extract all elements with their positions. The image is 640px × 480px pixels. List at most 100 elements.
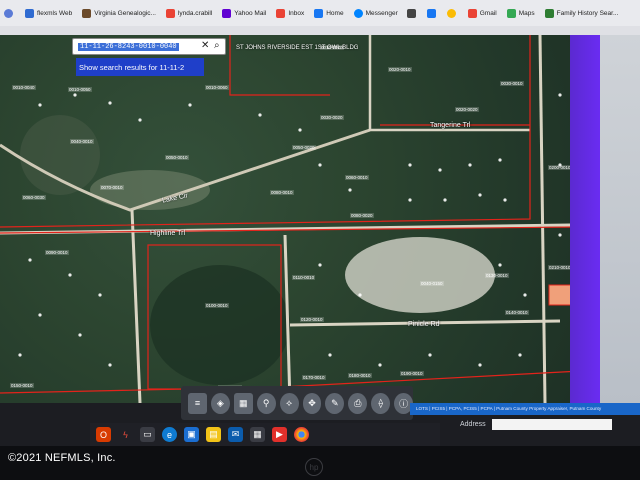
address-input[interactable] [491, 418, 612, 430]
bookmark-lynda[interactable]: lynda.crabill [161, 0, 217, 26]
chrome-icon[interactable] [294, 427, 309, 442]
bookmark-label: Yahoo Mail [234, 9, 267, 17]
search-suggestion[interactable]: Show search results for 11-11-2 [76, 58, 204, 76]
parcel-label[interactable]: 0100-0010 [205, 303, 229, 308]
address-label: Address [460, 420, 486, 428]
parcel-label[interactable]: 0010-0040 [12, 85, 36, 90]
bookmark-messenger[interactable]: Messenger [349, 0, 403, 26]
parcel-label[interactable]: 0010-0050 [68, 87, 92, 92]
parcel-label[interactable]: 0020-0020 [455, 107, 479, 112]
messenger-icon [353, 8, 363, 18]
parcel-label[interactable]: 0080-0020 [350, 213, 374, 218]
search-input[interactable]: 11-11-26-8243-0010-0040 [78, 42, 179, 51]
bookmark-label: Gmail [479, 9, 497, 17]
parcel-label[interactable]: 0070-0010 [100, 185, 124, 190]
draw-icon[interactable]: ✎ [325, 392, 345, 414]
parcel-label[interactable]: 0040-0150 [420, 281, 444, 286]
parcel-label[interactable]: 0040-0010 [70, 139, 94, 144]
gmail-icon [165, 8, 175, 18]
bookmark-home[interactable]: Home [309, 0, 348, 26]
bookmark-label: Family History Sear... [556, 9, 619, 17]
taskbar-address[interactable]: Address [460, 416, 640, 432]
bookmark-extra-1[interactable] [403, 0, 423, 26]
facebook-icon [314, 8, 324, 18]
parcel-label[interactable]: 0090-0010 [45, 250, 69, 255]
mail-icon[interactable]: ✉ [228, 427, 243, 442]
grid-icon[interactable]: ▦ [233, 392, 253, 414]
pin-icon[interactable]: ⚲ [256, 392, 276, 414]
parcel-label[interactable]: 0030-0010 [500, 81, 524, 86]
parcel-label[interactable]: 0050-0010 [165, 155, 189, 160]
layers-icon[interactable]: ◈ [210, 392, 230, 414]
bookmark-extra-2[interactable] [423, 0, 443, 26]
task-view-icon[interactable]: ▭ [140, 427, 155, 442]
parcel-label[interactable]: 0110-0010 [292, 275, 316, 280]
print-icon[interactable]: ⎙ [348, 392, 368, 414]
parcel-label[interactable]: 0060-0030 [22, 195, 46, 200]
bookmark-family-history[interactable]: Family History Sear... [540, 0, 624, 26]
parcel-label[interactable]: 0130-0010 [485, 273, 509, 278]
inbox-icon [276, 8, 286, 18]
parcel-search-box[interactable]: 11-11-26-8243-0010-0040 ✕ ⌕ [72, 38, 226, 55]
cleared-area [20, 115, 100, 195]
globe-icon [4, 8, 13, 18]
maps-icon [506, 8, 516, 18]
cortana-icon[interactable]: ϟ [118, 427, 133, 442]
bookmark-icon [406, 8, 416, 18]
share-icon[interactable]: ⟠ [371, 392, 391, 414]
measure-icon[interactable]: ⟡ [279, 392, 299, 414]
office-icon[interactable]: O [96, 427, 111, 442]
select-icon[interactable]: ✥ [302, 392, 322, 414]
bookmark-globe[interactable] [0, 0, 20, 26]
file-explorer-icon[interactable]: ▤ [206, 427, 221, 442]
bookmark-flexmls[interactable]: flexmls Web [20, 0, 77, 26]
bookmark-yahoo[interactable]: Yahoo Mail [217, 0, 271, 26]
bookmark-maps[interactable]: Maps [502, 0, 540, 26]
hp-logo: hp [305, 458, 323, 476]
parcel-label[interactable]: 0050-0020 [292, 145, 316, 150]
bookmark-inbox[interactable]: Inbox [271, 0, 309, 26]
cleared-area [345, 237, 495, 313]
street-pinicle: Pinicle Rd [408, 321, 440, 328]
parcel-label[interactable]: 0030-0020 [320, 115, 344, 120]
bookmark-extra-3[interactable] [443, 0, 463, 26]
parcel-label[interactable]: 0150-0010 [10, 383, 34, 388]
parcel-label[interactable]: 0060-0010 [345, 175, 369, 180]
parcel-label[interactable]: 0010-0060 [205, 85, 229, 90]
bookmark-gmail[interactable]: Gmail [463, 0, 502, 26]
url-strip [0, 26, 640, 35]
edge-icon[interactable]: e [162, 427, 177, 442]
copyright-watermark: ©2021 NEFMLS, Inc. [8, 452, 116, 464]
map-right-strip [570, 35, 600, 403]
bookmark-icon [426, 8, 436, 18]
parcel-label[interactable]: 0180-0010 [348, 373, 372, 378]
parcel-label[interactable]: 0170-0010 [302, 375, 326, 380]
google-icon [446, 8, 456, 18]
parcel-label[interactable]: 0210-0010 [548, 265, 572, 270]
map-toolbar: ≡ ◈ ▦ ⚲ ⟡ ✥ ✎ ⎙ ⟠ ⓘ [181, 386, 414, 420]
parcel-label[interactable]: 0200-0010 [548, 165, 572, 170]
parcel-label[interactable]: 0080-0010 [270, 190, 294, 195]
gmail-icon [467, 8, 477, 18]
menu-icon[interactable]: ≡ [188, 392, 207, 414]
parcel-label[interactable]: 0190-0010 [400, 371, 424, 376]
app-icon[interactable]: ▶ [272, 427, 287, 442]
family-history-icon [544, 8, 554, 18]
bookmark-label: Inbox [288, 9, 305, 17]
search-icon[interactable]: ⌕ [214, 40, 220, 51]
parcel-map[interactable]: ST JOHNS RIVERSIDE EST 1ST OWL BLDG Tang… [0, 35, 600, 403]
close-icon[interactable]: ✕ [201, 40, 209, 51]
calendar-icon[interactable]: ▦ [250, 427, 265, 442]
yahoo-icon [222, 8, 232, 18]
parcel-label[interactable]: 0010-0070 [320, 45, 344, 50]
bookmark-virginia[interactable]: Virginia Genealogic... [77, 0, 161, 26]
bookmarks-bar: flexmls Web Virginia Genealogic... lynda… [0, 0, 640, 27]
road-vertical-east [538, 35, 547, 403]
bookmark-label: Home [326, 9, 344, 17]
flexmls-icon [25, 8, 34, 18]
parcel-label[interactable]: 0140-0010 [505, 310, 529, 315]
parcel-label[interactable]: 0020-0010 [388, 67, 412, 72]
photos-icon[interactable]: ▣ [184, 427, 199, 442]
bookmark-label: lynda.crabill [177, 9, 213, 17]
parcel-label[interactable]: 0120-0010 [300, 317, 324, 322]
